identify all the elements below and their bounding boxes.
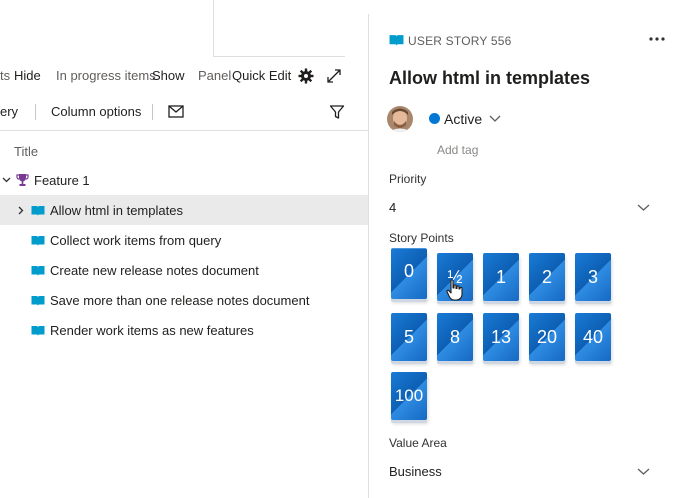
item-title: Allow html in templates bbox=[50, 203, 183, 218]
list-item[interactable]: Collect work items from query bbox=[0, 225, 368, 255]
story-point-card[interactable]: 8 bbox=[437, 313, 473, 361]
chevron-down-icon[interactable] bbox=[637, 468, 650, 475]
priority-label: Priority bbox=[389, 172, 427, 186]
story-point-card[interactable]: 2 bbox=[529, 253, 565, 301]
story-points-label: Story Points bbox=[389, 231, 454, 245]
item-title: Render work items as new features bbox=[50, 323, 254, 338]
query-button-partial[interactable]: ery bbox=[0, 104, 18, 119]
user-story-icon bbox=[31, 326, 45, 336]
toolbar-separator bbox=[152, 104, 153, 120]
story-point-card[interactable]: 1 bbox=[483, 253, 519, 301]
mail-icon[interactable] bbox=[168, 105, 184, 118]
chevron-down-icon[interactable] bbox=[2, 177, 11, 183]
priority-dropdown[interactable]: 4 bbox=[389, 200, 396, 215]
item-title: Collect work items from query bbox=[50, 233, 222, 248]
work-item-title[interactable]: Allow html in templates bbox=[389, 68, 590, 89]
story-point-card[interactable]: 100 bbox=[391, 372, 427, 420]
state-dropdown[interactable]: Active bbox=[444, 111, 482, 127]
work-item-type-id: USER STORY 556 bbox=[408, 34, 512, 48]
gear-icon[interactable] bbox=[298, 68, 314, 84]
avatar[interactable] bbox=[387, 106, 413, 132]
feature-title: Feature 1 bbox=[34, 173, 90, 188]
quick-edit-button[interactable]: Quick Edit bbox=[232, 68, 291, 86]
story-point-card[interactable]: 13 bbox=[483, 313, 519, 361]
hand-cursor-icon bbox=[446, 279, 463, 301]
list-item[interactable]: Create new release notes document bbox=[0, 255, 368, 285]
hide-prefix-text: ts bbox=[0, 68, 11, 83]
expand-icon[interactable] bbox=[326, 68, 342, 84]
story-point-card[interactable]: 5 bbox=[391, 313, 427, 361]
hide-button[interactable]: Hide bbox=[14, 68, 41, 86]
column-header-title[interactable]: Title bbox=[14, 144, 38, 159]
list-item[interactable]: Allow html in templates bbox=[0, 195, 368, 225]
chevron-right-icon[interactable] bbox=[18, 206, 24, 215]
in-progress-items-label: In progress items bbox=[56, 68, 156, 83]
value-area-label: Value Area bbox=[389, 436, 447, 450]
story-point-card[interactable]: 40 bbox=[575, 313, 611, 361]
value-area-dropdown[interactable]: Business bbox=[389, 464, 442, 479]
item-title: Save more than one release notes documen… bbox=[50, 293, 310, 308]
user-story-icon bbox=[31, 296, 45, 306]
toolbar-divider bbox=[0, 130, 368, 131]
story-point-card[interactable]: 0 bbox=[391, 248, 427, 299]
add-tag-button[interactable]: Add tag bbox=[437, 143, 478, 157]
chevron-down-icon[interactable] bbox=[637, 204, 650, 211]
filter-icon[interactable] bbox=[329, 104, 345, 120]
chevron-down-icon[interactable] bbox=[489, 115, 501, 122]
list-item[interactable]: Render work items as new features bbox=[0, 315, 368, 345]
panel-label: Panel bbox=[198, 68, 232, 83]
user-story-icon bbox=[31, 266, 45, 276]
panel-divider[interactable] bbox=[368, 14, 369, 498]
toolbar-separator bbox=[35, 104, 36, 120]
story-point-card[interactable]: 3 bbox=[575, 253, 611, 301]
search-box-partial[interactable] bbox=[213, 0, 345, 57]
backlog-panel: ts Hide In progress items Show Panel Qui… bbox=[0, 0, 368, 498]
show-button[interactable]: Show bbox=[152, 68, 185, 86]
more-actions-icon[interactable] bbox=[648, 36, 666, 42]
user-story-icon bbox=[31, 236, 45, 246]
trophy-icon bbox=[16, 174, 29, 186]
user-story-icon bbox=[389, 35, 404, 46]
feature-row[interactable]: Feature 1 bbox=[0, 165, 368, 195]
list-item[interactable]: Save more than one release notes documen… bbox=[0, 285, 368, 315]
state-indicator bbox=[429, 113, 440, 124]
user-story-icon bbox=[31, 206, 45, 216]
item-title: Create new release notes document bbox=[50, 263, 259, 278]
story-point-card[interactable]: 20 bbox=[529, 313, 565, 361]
column-options-button[interactable]: Column options bbox=[51, 104, 141, 119]
